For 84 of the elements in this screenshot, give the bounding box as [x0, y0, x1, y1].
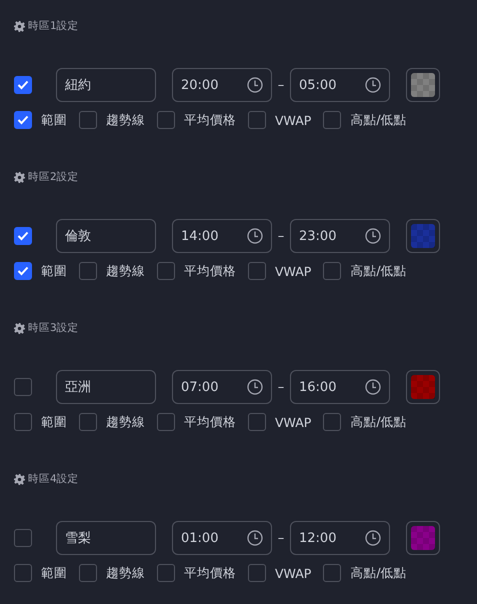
enable-checkbox[interactable] — [14, 529, 32, 547]
option-checkbox[interactable] — [248, 111, 266, 129]
start-time-field[interactable]: 07:00 — [172, 370, 272, 404]
option-checkbox[interactable] — [79, 413, 97, 431]
option-checkbox[interactable] — [323, 111, 342, 129]
option-label: 平均價格 — [184, 414, 236, 430]
option-checkbox[interactable] — [14, 564, 32, 582]
clock-icon — [247, 77, 263, 93]
option-label: 趨勢線 — [106, 564, 145, 582]
option-label: 範圍 — [41, 112, 67, 128]
option-label: 範圍 — [41, 262, 67, 280]
option-checkbox[interactable] — [248, 262, 266, 280]
end-time-field[interactable]: 23:00 — [290, 219, 390, 253]
color-swatch[interactable] — [406, 521, 440, 555]
option-checkbox[interactable] — [157, 111, 175, 129]
name-field[interactable]: 紐約 — [56, 68, 156, 102]
end-time-field[interactable]: 16:00 — [290, 370, 390, 404]
option-checkbox[interactable] — [248, 413, 266, 431]
option-checkbox[interactable] — [14, 262, 32, 280]
option-label: 趨勢線 — [106, 414, 145, 430]
start-time-field[interactable]: 20:00 — [172, 68, 272, 102]
color-swatch[interactable] — [406, 370, 440, 404]
clock-icon — [365, 228, 381, 244]
color-swatch[interactable] — [406, 68, 440, 102]
option-checkbox[interactable] — [14, 111, 32, 129]
option-label: 高點/低點 — [350, 112, 407, 128]
color-swatch[interactable] — [406, 219, 440, 253]
enable-checkbox[interactable] — [14, 76, 32, 94]
section-title-text: 時區4設定 — [28, 472, 79, 486]
option-label: 趨勢線 — [106, 112, 145, 128]
section-title-text: 時區1設定 — [28, 19, 79, 33]
option-checkbox[interactable] — [79, 111, 97, 129]
end-time-field[interactable]: 05:00 — [290, 68, 390, 102]
option-label: VWAP — [275, 264, 312, 278]
range-separator: – — [276, 228, 286, 244]
option-checkbox[interactable] — [248, 564, 266, 582]
option-checkbox[interactable] — [79, 262, 97, 280]
check-icon — [17, 266, 29, 276]
gear-icon — [14, 474, 25, 484]
option-checkbox[interactable] — [323, 413, 342, 431]
option-checkbox[interactable] — [323, 262, 342, 280]
enable-checkbox[interactable] — [14, 378, 32, 396]
option-label: 範圍 — [41, 564, 67, 582]
range-separator: – — [276, 530, 286, 546]
check-icon — [17, 231, 29, 241]
clock-icon — [365, 77, 381, 93]
check-icon — [17, 80, 29, 90]
option-checkbox[interactable] — [157, 413, 175, 431]
section-title-text: 時區2設定 — [28, 170, 79, 184]
range-separator: – — [276, 380, 286, 394]
name-field[interactable]: 雪梨 — [56, 521, 156, 555]
option-checkbox[interactable] — [157, 564, 175, 582]
clock-icon — [247, 530, 263, 546]
option-label: VWAP — [275, 566, 312, 580]
name-field[interactable]: 倫敦 — [56, 219, 156, 253]
option-label: 高點/低點 — [350, 564, 407, 582]
option-label: 高點/低點 — [350, 414, 407, 430]
name-field[interactable]: 亞洲 — [56, 370, 156, 404]
clock-icon — [365, 379, 381, 395]
section-title-text: 時區3設定 — [28, 321, 79, 335]
start-time-field[interactable]: 14:00 — [172, 219, 272, 253]
option-label: VWAP — [275, 112, 312, 128]
range-separator: – — [276, 78, 286, 92]
option-label: 平均價格 — [184, 112, 236, 128]
gear-icon — [14, 322, 25, 334]
gear-icon — [14, 20, 25, 32]
end-time-field[interactable]: 12:00 — [290, 521, 390, 555]
enable-checkbox[interactable] — [14, 227, 32, 245]
check-icon — [17, 115, 29, 125]
option-label: 趨勢線 — [106, 262, 145, 280]
start-time-field[interactable]: 01:00 — [172, 521, 272, 555]
option-checkbox[interactable] — [14, 413, 32, 431]
option-checkbox[interactable] — [79, 564, 97, 582]
option-checkbox[interactable] — [157, 262, 175, 280]
clock-icon — [365, 530, 381, 546]
clock-icon — [247, 228, 263, 244]
option-label: 平均價格 — [184, 564, 236, 582]
gear-icon — [14, 172, 25, 182]
option-label: 平均價格 — [184, 262, 236, 280]
option-label: VWAP — [275, 414, 312, 430]
option-checkbox[interactable] — [323, 564, 342, 582]
option-label: 高點/低點 — [350, 262, 407, 280]
clock-icon — [247, 379, 263, 395]
option-label: 範圍 — [41, 414, 67, 430]
